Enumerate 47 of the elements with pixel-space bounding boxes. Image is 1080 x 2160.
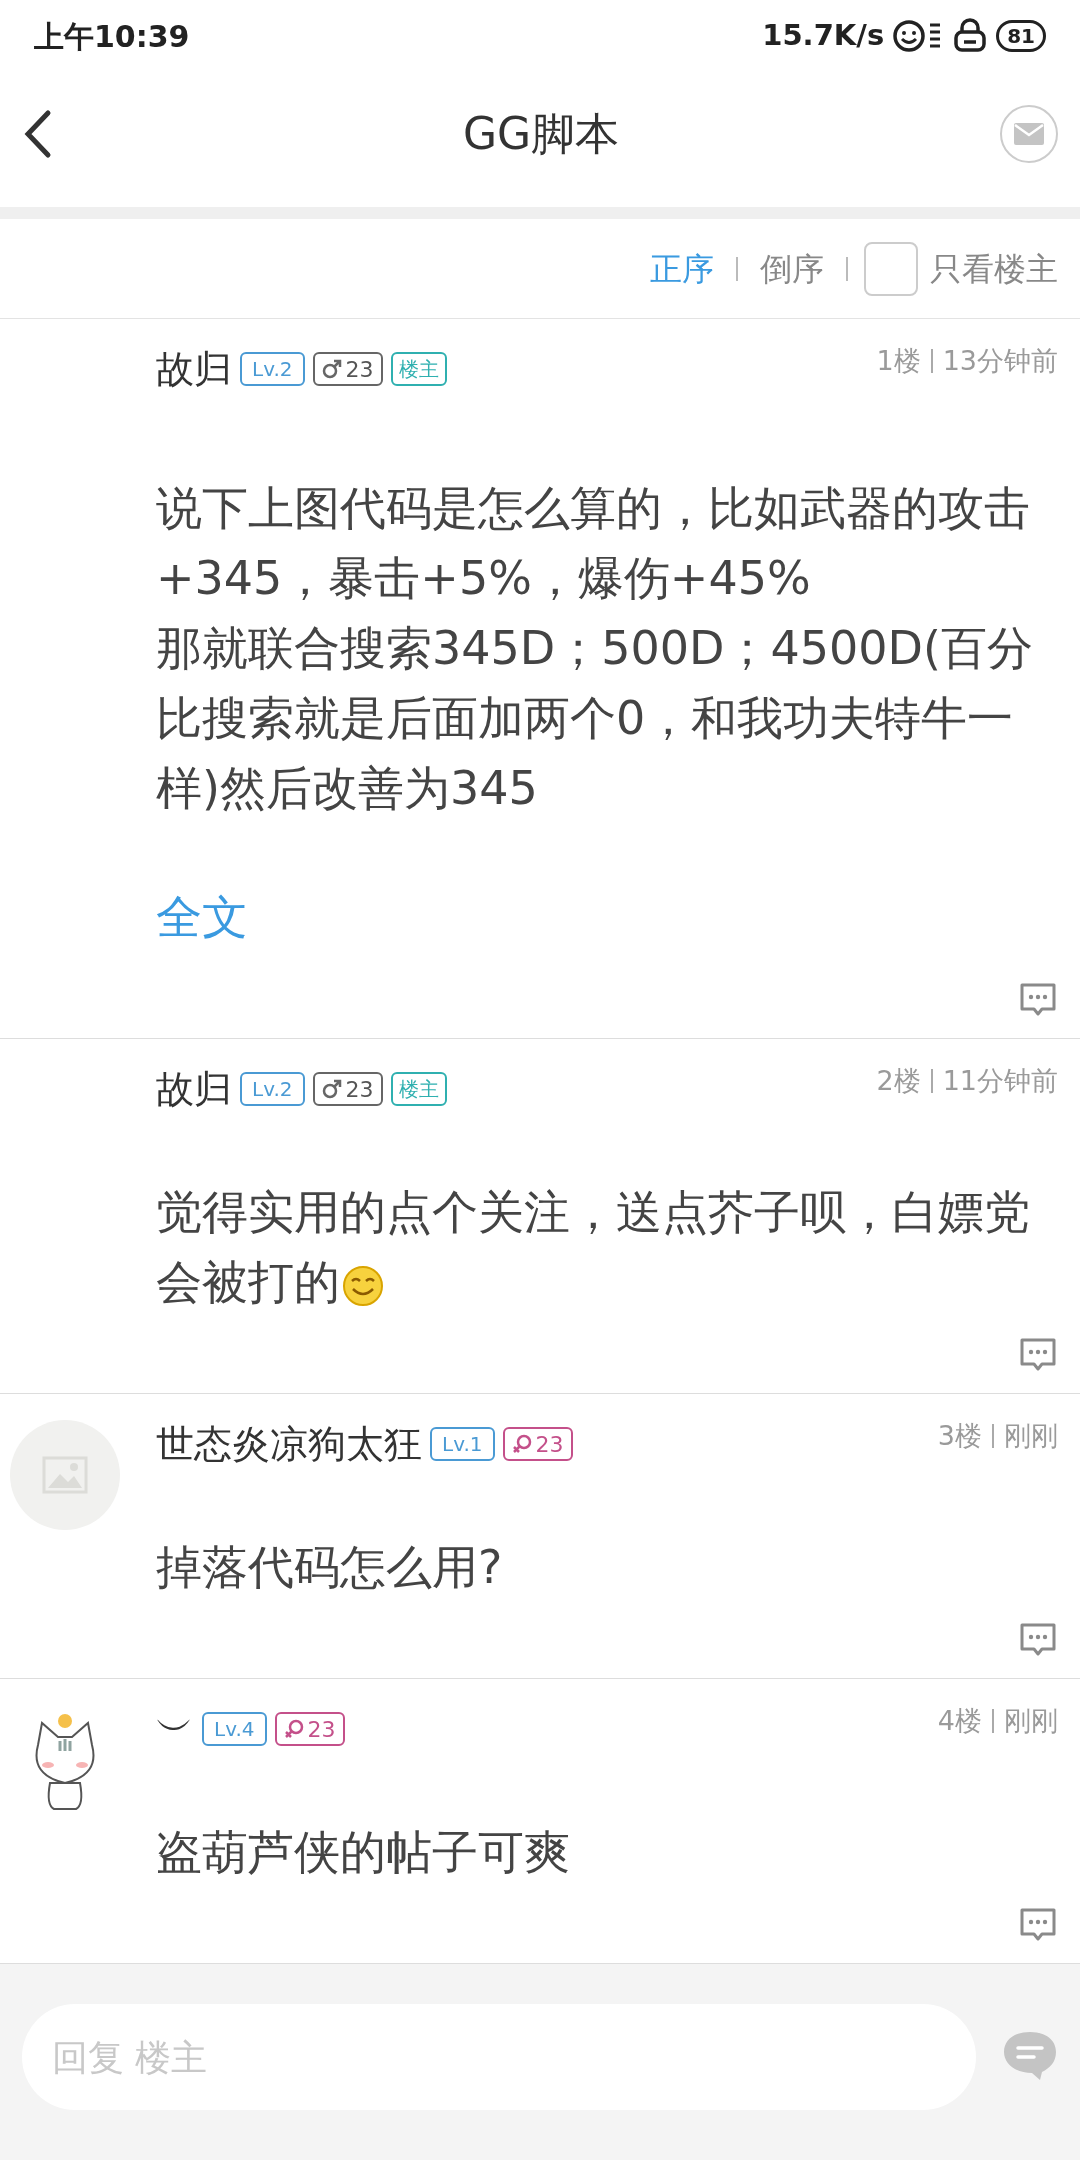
floor-number: 4楼: [937, 1704, 982, 1738]
post-text: 掉落代码怎么用?: [156, 1539, 504, 1596]
post-text: 那就联合搜索345D；500D；4500D(百分比搜索就是后面加两个0，和我功夫特牛一样)然后改善为345: [156, 620, 1034, 817]
level-badge: Lv.1: [430, 1427, 495, 1461]
author-name[interactable]: ︶: [156, 1705, 194, 1753]
post-time: 11分钟前: [942, 1064, 1058, 1098]
male-icon: [321, 1079, 342, 1099]
gender-age-badge: 23: [312, 352, 383, 386]
comment-icon[interactable]: [1018, 1337, 1058, 1373]
level-badge: Lv.2: [240, 1072, 305, 1106]
author-name[interactable]: 故归: [156, 1065, 232, 1113]
floor-number: 3楼: [937, 1419, 982, 1453]
comment-icon[interactable]: [1018, 1622, 1058, 1658]
author-name[interactable]: 故归: [156, 345, 232, 393]
status-time: 上午10:39: [34, 17, 190, 56]
sort-tab[interactable]: 倒序: [754, 244, 830, 293]
op-only-checkbox[interactable]: [864, 241, 918, 296]
comment-icon[interactable]: [1018, 982, 1058, 1018]
lock-icon: [952, 18, 989, 54]
page-title: GG脚本: [461, 106, 621, 161]
message-button[interactable]: [1000, 104, 1058, 163]
male-icon: [321, 359, 342, 379]
level-badge: Lv.4: [202, 1712, 267, 1746]
post-time: 刚刚: [1004, 1704, 1058, 1738]
post-time: 13分钟前: [942, 344, 1058, 378]
op-badge: 楼主: [390, 1072, 447, 1106]
post-time: 刚刚: [1004, 1419, 1058, 1453]
female-icon: [283, 1719, 304, 1739]
comment-icon[interactable]: [1018, 1907, 1058, 1943]
op-badge: 楼主: [390, 352, 447, 386]
network-speed: 15.7K/s: [762, 17, 885, 55]
battery-indicator: 81: [996, 20, 1046, 52]
post-text: 盗葫芦侠的帖子可爽: [156, 1824, 571, 1881]
post-text: 说下上图代码是怎么算的，比如武器的攻击+345，暴击+5%，爆伤+45%: [156, 480, 1031, 607]
level-badge: Lv.2: [240, 352, 305, 386]
post-text: 觉得实用的点个关注，送点芥子呗，白嫖党会被打的: [156, 1184, 1031, 1311]
gender-age-badge: 23: [274, 1712, 345, 1746]
floor-number: 2楼: [876, 1064, 921, 1098]
op-only-label: 只看楼主: [930, 248, 1058, 290]
gender-age-badge: 23: [312, 1072, 383, 1106]
female-icon: [511, 1434, 532, 1454]
author-name[interactable]: 世态炎凉狗太狂: [156, 1420, 422, 1468]
envelope-icon: [1014, 122, 1044, 145]
comment-list-icon[interactable]: [1002, 2030, 1058, 2082]
gender-age-badge: 23: [502, 1427, 573, 1461]
floor-number: 1楼: [876, 344, 921, 378]
back-icon: [22, 108, 52, 159]
